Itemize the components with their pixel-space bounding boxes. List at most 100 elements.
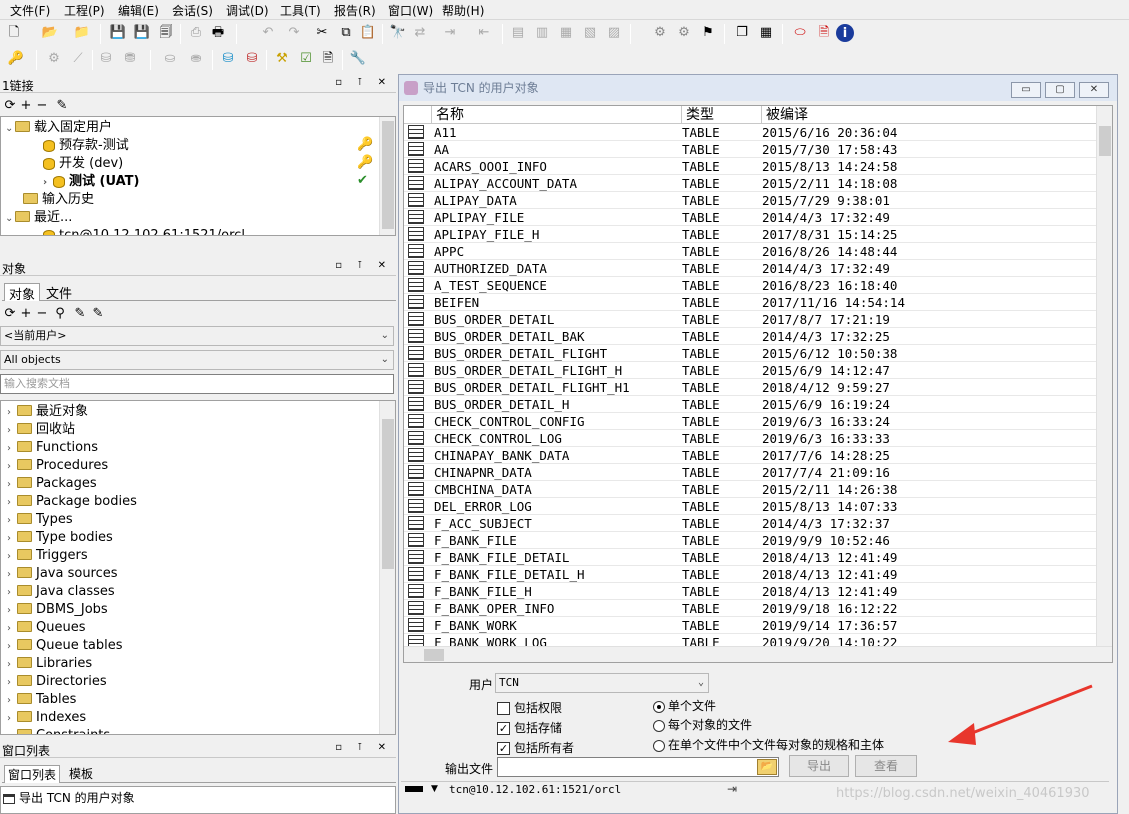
object-tree-item[interactable]: › Java sources <box>7 565 118 583</box>
panel-controls[interactable]: ▫ ⊺ ✕ <box>335 77 392 88</box>
compile-icon[interactable]: ⚙ <box>650 22 670 42</box>
tab-templates[interactable]: 模板 <box>66 765 96 783</box>
column-compiled[interactable]: 被编译 <box>762 106 1096 124</box>
radio-selected[interactable] <box>653 700 665 713</box>
chevron-right-icon[interactable]: › <box>7 602 17 620</box>
table-row[interactable]: CHINAPNR_DATA TABLE 2017/7/4 21:09:16 <box>404 464 1096 481</box>
object-tree-item[interactable]: › Directories <box>7 673 107 691</box>
gear-icon[interactable]: ⚙ <box>44 48 64 68</box>
table-row[interactable]: APLIPAY_FILE TABLE 2014/4/3 17:32:49 <box>404 209 1096 226</box>
chevron-right-icon[interactable]: › <box>7 674 17 692</box>
owner-select[interactable]: <当前用户> ⌄ <box>0 326 394 346</box>
find-icon[interactable]: 🔭 <box>388 22 408 42</box>
checkbox[interactable] <box>497 702 510 715</box>
object-tree-item[interactable]: › DBMS_Jobs <box>7 601 108 619</box>
replace-icon[interactable]: ⇄ <box>410 22 430 42</box>
wrench-icon[interactable]: 🔧 <box>348 48 368 68</box>
object-tree-item[interactable]: › Indexes <box>7 709 86 727</box>
pdf-icon[interactable]: 🗎 <box>814 22 834 42</box>
table-row[interactable]: APLIPAY_FILE_H TABLE 2017/8/31 15:14:25 <box>404 226 1096 243</box>
column-type[interactable]: 类型 <box>682 106 762 124</box>
open-icon[interactable]: 📂 <box>40 22 60 42</box>
remove-icon[interactable]: − <box>32 96 52 114</box>
chevron-right-icon[interactable]: › <box>7 548 17 566</box>
table-row[interactable]: ACARS_OOOI_INFO TABLE 2015/8/13 14:24:58 <box>404 158 1096 175</box>
invalid-objects-icon[interactable]: ⚑ <box>698 22 718 42</box>
table-row[interactable]: AA TABLE 2015/7/30 17:58:43 <box>404 141 1096 158</box>
open-recent-icon[interactable]: 📁 <box>72 22 92 42</box>
table-row[interactable]: DEL_ERROR_LOG TABLE 2015/8/13 14:07:33 <box>404 498 1096 515</box>
table-row[interactable]: A11 TABLE 2015/6/16 20:36:04 <box>404 124 1096 141</box>
chevron-right-icon[interactable]: › <box>7 404 17 422</box>
chevron-right-icon[interactable]: › <box>7 422 17 440</box>
chevron-right-icon[interactable]: › <box>7 638 17 656</box>
chevron-right-icon[interactable]: › <box>7 692 17 710</box>
maximize-button[interactable]: ▢ <box>1045 82 1075 98</box>
chevron-right-icon[interactable]: › <box>7 728 17 734</box>
tree-item-connection-active[interactable]: › 测试 (UAT) <box>43 173 140 191</box>
properties-icon[interactable]: ✎ <box>52 96 72 114</box>
view-button[interactable]: 查看 <box>855 755 917 777</box>
chevron-right-icon[interactable]: › <box>7 566 17 584</box>
tree-item-connection[interactable]: tcn@10.12.102.61:1521/orcl <box>43 227 245 235</box>
indent-icon[interactable]: ⇥ <box>440 22 460 42</box>
object-tree-item[interactable]: › Procedures <box>7 457 108 475</box>
chevron-right-icon[interactable]: › <box>7 512 17 530</box>
new-icon[interactable]: 🗋 <box>4 22 24 42</box>
uppercase-icon[interactable]: ▦ <box>556 22 576 42</box>
include-storage-checkbox[interactable]: ✓ 包括存储 <box>497 719 562 736</box>
object-tree-item[interactable]: › 最近对象 <box>7 403 88 421</box>
uncomment-icon[interactable]: ▥ <box>532 22 552 42</box>
chevron-right-icon[interactable]: › <box>7 656 17 674</box>
object-tree-item[interactable]: › Packages <box>7 475 97 493</box>
grid-hscroll[interactable] <box>404 646 1112 662</box>
tree-item-input-history[interactable]: 输入历史 <box>23 191 94 209</box>
chevron-right-icon[interactable]: › <box>7 710 17 728</box>
panel-controls[interactable]: ▫ ⊺ ✕ <box>335 742 392 753</box>
object-filter-select[interactable]: All objects ⌄ <box>0 350 394 370</box>
table-row[interactable]: F_ACC_SUBJECT TABLE 2014/4/3 17:32:37 <box>404 515 1096 532</box>
objects-scrollbar[interactable] <box>379 401 395 734</box>
undo-icon[interactable]: ↶ <box>258 22 278 42</box>
object-tree-item[interactable]: › Type bodies <box>7 529 113 547</box>
table-row[interactable]: ALIPAY_DATA TABLE 2015/7/29 9:38:01 <box>404 192 1096 209</box>
chevron-right-icon[interactable]: › <box>7 584 17 602</box>
object-tree-item[interactable]: › Libraries <box>7 655 92 673</box>
tab-objects[interactable]: 对象 <box>4 283 41 303</box>
checkbox-checked[interactable]: ✓ <box>497 742 510 755</box>
object-tree-item[interactable]: › Constraints <box>7 727 110 734</box>
tools-icon[interactable]: ⚒ <box>272 48 292 68</box>
export-button[interactable]: 导出 <box>789 755 849 777</box>
object-tree-item[interactable]: › Java classes <box>7 583 115 601</box>
close-button[interactable]: ✕ <box>1079 82 1109 98</box>
format-icon[interactable]: ▨ <box>604 22 624 42</box>
chevron-right-icon[interactable]: › <box>7 620 17 638</box>
minimize-button[interactable]: ▭ <box>1011 82 1041 98</box>
table-row[interactable]: F_BANK_WORK TABLE 2019/9/14 17:36:57 <box>404 617 1096 634</box>
object-tree-item[interactable]: › Triggers <box>7 547 88 565</box>
menu-tools[interactable]: 工具(T) <box>280 2 321 19</box>
find-icon[interactable]: ⚲ <box>50 304 70 322</box>
checkbox-checked[interactable]: ✓ <box>497 722 510 735</box>
object-tree-item[interactable]: › Types <box>7 511 73 529</box>
table-row[interactable]: BUS_ORDER_DETAIL_FLIGHT TABLE 2015/6/12 10… <box>404 345 1096 362</box>
table-row[interactable]: A_TEST_SEQUENCE TABLE 2016/8/23 16:18:40 <box>404 277 1096 294</box>
sql-icon[interactable]: ⛀ <box>160 48 180 68</box>
menu-project[interactable]: 工程(P) <box>64 2 105 19</box>
chevron-right-icon[interactable]: › <box>7 440 17 458</box>
check-icon[interactable]: ☑ <box>296 48 316 68</box>
table-row[interactable]: F_BANK_FILE_H TABLE 2018/4/13 12:41:49 <box>404 583 1096 600</box>
commit-icon[interactable]: ⛁ <box>96 48 116 68</box>
menu-window[interactable]: 窗口(W) <box>388 2 433 19</box>
cut-icon[interactable]: ✂ <box>312 22 332 42</box>
windowlist-item[interactable]: 导出 TCN 的用户对象 <box>3 789 135 806</box>
object-tree-item[interactable]: › Queues <box>7 619 85 637</box>
db-connect-icon[interactable]: ⛁ <box>218 48 238 68</box>
table-row[interactable]: BUS_ORDER_DETAIL_BAK TABLE 2014/4/3 17:32:… <box>404 328 1096 345</box>
menu-reports[interactable]: 报告(R) <box>334 2 376 19</box>
object-tree-item[interactable]: › Tables <box>7 691 76 709</box>
print-icon[interactable]: ⎙ <box>186 22 206 42</box>
single-file-radio[interactable]: 单个文件 <box>653 697 716 714</box>
grid-vscroll[interactable] <box>1096 106 1112 646</box>
cascade-windows-icon[interactable]: ❐ <box>732 22 752 42</box>
